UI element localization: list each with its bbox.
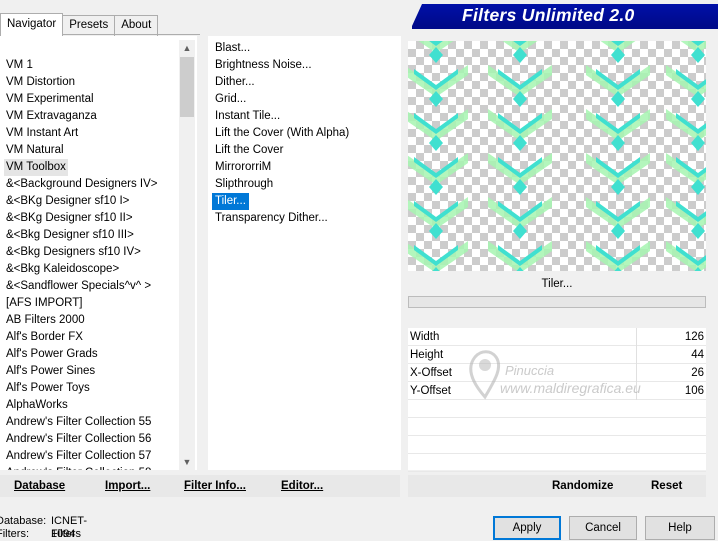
param-value[interactable]: 26: [691, 364, 704, 382]
param-value[interactable]: 126: [685, 328, 704, 346]
tab-bar: Navigator Presets About: [0, 13, 159, 36]
randomize-button[interactable]: Randomize: [552, 475, 613, 497]
param-separator: [636, 328, 637, 346]
progress-bar: [408, 296, 706, 308]
category-item[interactable]: Andrew's Filter Collection 55: [4, 414, 153, 431]
tile-pattern-preview: [408, 41, 706, 271]
category-list[interactable]: VM 1 VM Distortion VM Experimental VM Extra…: [0, 36, 197, 470]
param-row[interactable]: Height 44: [408, 346, 706, 364]
status-database-label: Database:: [0, 515, 47, 527]
pattern-shape: [586, 241, 650, 271]
app-title-banner: Filters Unlimited 2.0: [412, 4, 718, 26]
category-item[interactable]: Alf's Power Grads: [4, 346, 100, 363]
category-item[interactable]: &<BKg Designer sf10 II>: [4, 210, 135, 227]
left-toolbar: Database Import... Filter Info... Editor…: [0, 475, 400, 497]
apply-button[interactable]: Apply: [493, 516, 561, 540]
tab-about[interactable]: About: [114, 15, 159, 36]
category-item[interactable]: VM Experimental: [4, 91, 96, 108]
param-value[interactable]: 106: [685, 382, 704, 400]
scroll-thumb[interactable]: [180, 57, 194, 117]
filter-info-button[interactable]: Filter Info...: [184, 475, 246, 497]
pattern-shape: [488, 241, 552, 271]
category-item[interactable]: &<Bkg Designer sf10 III>: [4, 227, 136, 244]
tab-navigator[interactable]: Navigator: [0, 13, 64, 36]
import-button[interactable]: Import...: [105, 475, 150, 497]
scroll-down-icon[interactable]: ▼: [179, 454, 195, 470]
category-item[interactable]: &<BKg Designer sf10 I>: [4, 193, 131, 210]
category-item[interactable]: &<Bkg Kaleidoscope>: [4, 261, 121, 278]
category-item[interactable]: VM 1: [4, 57, 35, 74]
pattern-shape: [408, 109, 468, 141]
filter-item[interactable]: Blast...: [212, 40, 253, 57]
param-row[interactable]: Width 126: [408, 328, 706, 346]
status-filters-label: Filters:: [0, 528, 29, 540]
param-label: Height: [410, 349, 444, 361]
category-item[interactable]: &<Bkg Designers sf10 IV>: [4, 244, 143, 261]
filter-item[interactable]: Slipthrough: [212, 176, 276, 193]
category-item[interactable]: VM Toolbox: [4, 159, 68, 176]
status-filters-value: 1094: [51, 528, 76, 540]
filter-item[interactable]: Instant Tile...: [212, 108, 283, 125]
param-row-empty: [408, 400, 706, 418]
filter-item[interactable]: Dither...: [212, 74, 258, 91]
editor-button[interactable]: Editor...: [281, 475, 323, 497]
filter-item[interactable]: Tiler...: [212, 193, 249, 210]
category-item[interactable]: AB Filters 2000: [4, 312, 87, 329]
category-item[interactable]: Andrew's Filter Collection 57: [4, 448, 153, 465]
help-button[interactable]: Help: [645, 516, 715, 540]
category-item[interactable]: [AFS IMPORT]: [4, 295, 84, 312]
filter-item[interactable]: Brightness Noise...: [212, 57, 315, 74]
param-label: Width: [410, 331, 440, 343]
category-item[interactable]: &<Sandflower Specials^v^ >: [4, 278, 153, 295]
preview-image: [408, 41, 706, 271]
category-item[interactable]: Alf's Power Sines: [4, 363, 97, 380]
reset-button[interactable]: Reset: [651, 475, 682, 497]
banner-underline: [412, 26, 718, 29]
preview-filter-name: Tiler...: [541, 278, 573, 290]
param-label: Y-Offset: [410, 385, 451, 397]
param-row-empty: [408, 436, 706, 454]
filter-item[interactable]: Transparency Dither...: [212, 210, 331, 227]
param-separator: [636, 382, 637, 400]
param-value[interactable]: 44: [691, 346, 704, 364]
category-item[interactable]: VM Instant Art: [4, 125, 80, 142]
category-item[interactable]: Alf's Border FX: [4, 329, 85, 346]
category-item[interactable]: VM Extravaganza: [4, 108, 99, 125]
filter-list[interactable]: Blast... Brightness Noise... Dither... Grid…: [208, 36, 401, 470]
param-row-empty: [408, 418, 706, 436]
category-item[interactable]: VM Natural: [4, 142, 66, 159]
pattern-shape: [408, 241, 468, 271]
param-row-empty: [408, 454, 706, 472]
filter-item[interactable]: Lift the Cover: [212, 142, 286, 159]
param-separator: [636, 346, 637, 364]
param-row[interactable]: Y-Offset 106: [408, 382, 706, 400]
database-button[interactable]: Database: [14, 475, 65, 497]
filter-item[interactable]: Lift the Cover (With Alpha): [212, 125, 352, 142]
category-item[interactable]: VM Distortion: [4, 74, 77, 91]
category-item[interactable]: Alf's Power Toys: [4, 380, 92, 397]
pattern-shape: [408, 197, 468, 229]
param-separator: [636, 364, 637, 382]
filter-item[interactable]: Grid...: [212, 91, 249, 108]
category-item[interactable]: Andrew's Filter Collection 58: [4, 465, 153, 470]
category-item[interactable]: &<Background Designers IV>: [4, 176, 160, 193]
category-item[interactable]: AlphaWorks: [4, 397, 70, 414]
param-label: X-Offset: [410, 367, 452, 379]
category-scrollbar[interactable]: ▲ ▼: [179, 40, 195, 470]
pattern-shape: [408, 65, 468, 97]
pattern-shape: [408, 153, 468, 185]
scroll-up-icon[interactable]: ▲: [179, 40, 195, 56]
right-toolbar: Randomize Reset: [408, 475, 706, 497]
filter-item[interactable]: MirrororriM: [212, 159, 274, 176]
cancel-button[interactable]: Cancel: [569, 516, 637, 540]
tab-presets[interactable]: Presets: [62, 15, 116, 36]
category-item[interactable]: Andrew's Filter Collection 56: [4, 431, 153, 448]
parameter-panel: Width 126 Height 44 X-Offset 26 Y-Offset 106: [408, 328, 706, 472]
param-row[interactable]: X-Offset 26: [408, 364, 706, 382]
